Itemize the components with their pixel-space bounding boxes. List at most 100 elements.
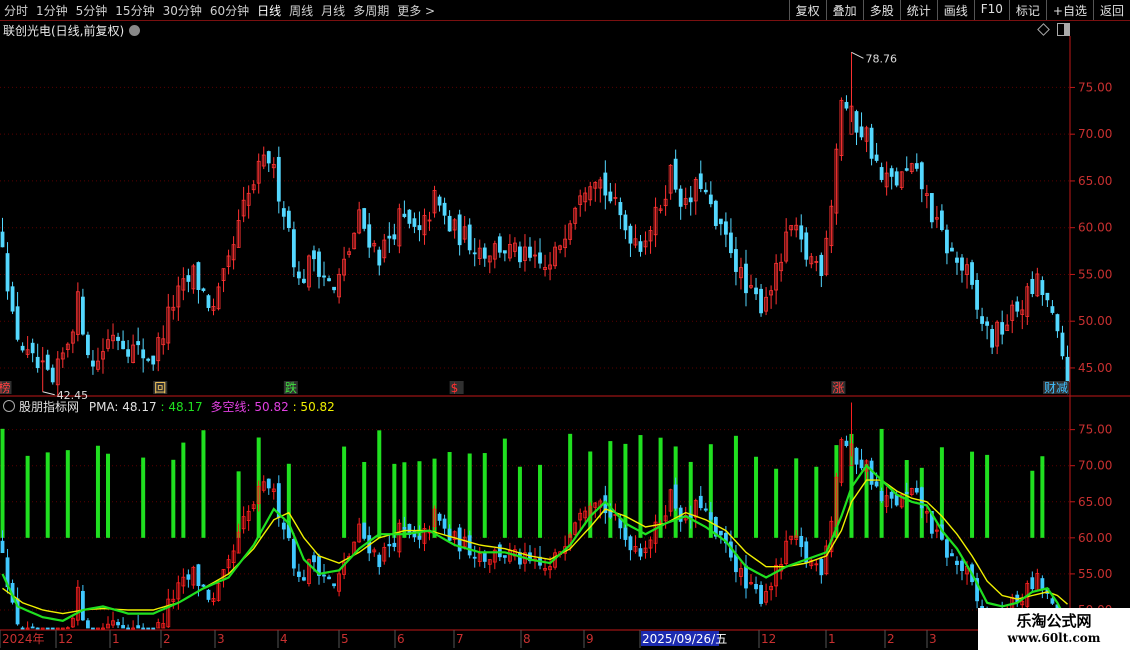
candle-body — [30, 342, 35, 354]
sub-candle-body — [291, 538, 296, 569]
candle-body — [141, 349, 146, 359]
candle-body — [402, 213, 407, 217]
candle-body — [980, 316, 984, 324]
candle-body — [126, 349, 130, 357]
sub-candle-body — [121, 625, 125, 629]
date-label: 7 — [456, 632, 464, 646]
sub-tick-label: 75.00 — [1078, 423, 1112, 437]
candle-body — [985, 321, 990, 326]
sub-candle-body — [734, 554, 738, 573]
candle-body — [734, 249, 738, 272]
sub-candle-body — [312, 555, 316, 563]
low-marker-arrow — [42, 391, 55, 396]
candle-body — [869, 127, 874, 159]
candle-body — [322, 275, 326, 278]
candle-body — [894, 171, 899, 186]
candle-body — [291, 229, 296, 268]
sub-tick-label: 55.00 — [1078, 567, 1112, 581]
signal-tag-label: $ — [451, 381, 459, 395]
sub-candle-body — [116, 621, 120, 626]
sub-candle-body — [362, 522, 367, 539]
sub-candle-body — [387, 543, 392, 547]
candle-body — [387, 235, 392, 239]
sub-candle-body — [417, 535, 422, 540]
candle-body — [759, 288, 763, 314]
sub-tick-label: 70.00 — [1078, 459, 1112, 473]
sub-candle-body — [502, 555, 507, 558]
sub-candle-body — [955, 560, 959, 565]
date-label: 2025/09/26/五 — [642, 632, 727, 646]
signal-bar — [171, 459, 176, 538]
candle-body — [528, 246, 532, 258]
signal-bar — [538, 464, 543, 538]
sub-tick-label: 65.00 — [1078, 495, 1112, 509]
signal-bar — [141, 457, 146, 538]
candle-body — [914, 163, 919, 169]
main-tick-label: 45.00 — [1078, 361, 1112, 375]
candle-body — [447, 215, 452, 232]
sub-candle-body — [1050, 598, 1055, 604]
date-label: 3 — [929, 632, 937, 646]
candle-body — [940, 210, 944, 230]
candle-body — [1030, 278, 1035, 295]
date-label: 1 — [828, 632, 836, 646]
sub-candle-body — [206, 589, 211, 600]
sub-candle-body — [392, 542, 397, 547]
date-label: 6 — [397, 632, 405, 646]
candle-body — [327, 278, 331, 282]
candle-body — [80, 296, 85, 335]
candle-body — [628, 225, 633, 244]
main-tick-label: 70.00 — [1078, 127, 1112, 141]
main-tick-label: 55.00 — [1078, 267, 1112, 281]
watermark-line2: www.60lt.com — [1007, 631, 1101, 645]
sub-candle-body — [467, 535, 472, 556]
signal-bar — [774, 468, 779, 538]
signal-bar — [1030, 470, 1035, 538]
candle-body — [975, 279, 979, 310]
date-label: 12 — [58, 632, 73, 646]
candle-body — [804, 232, 809, 260]
candle-body — [392, 234, 397, 240]
stock-chart: 45.0050.0055.0060.0065.0070.0075.0050.00… — [0, 36, 1130, 648]
candle-body — [718, 218, 723, 225]
signal-bar — [377, 430, 382, 538]
sub-candle-body — [759, 584, 763, 604]
main-tick-label: 75.00 — [1078, 80, 1112, 94]
signal-bar — [45, 452, 50, 538]
sub-candle-body — [266, 478, 271, 489]
sub-candle-body — [377, 554, 382, 568]
sub-candle-body — [623, 527, 628, 540]
signal-bar — [201, 430, 206, 538]
sub-candle-body — [472, 556, 477, 559]
candle-body — [1015, 301, 1020, 312]
sub-candle-body — [0, 540, 5, 554]
sub-candle-body — [437, 513, 442, 521]
candle-body — [538, 252, 542, 264]
sub-candle-body — [136, 625, 141, 629]
main-tick-label: 50.00 — [1078, 314, 1112, 328]
low-marker-label: 42.45 — [57, 389, 89, 402]
candle-body — [467, 224, 472, 251]
candle-body — [312, 250, 316, 260]
candle-body — [482, 247, 487, 259]
signal-bar — [638, 435, 643, 538]
sub-candle-body — [402, 527, 407, 530]
sub-candle-body — [874, 481, 879, 487]
sub-candle-body — [708, 512, 713, 520]
candle-body — [1000, 322, 1005, 335]
signal-bar — [25, 455, 30, 538]
candle-body — [844, 101, 849, 109]
candle-body — [302, 278, 306, 283]
candle-body — [754, 287, 758, 295]
candle-body — [5, 253, 10, 292]
candle-body — [1060, 332, 1065, 357]
signal-tag-label: 回 — [154, 381, 166, 395]
sub-candle-body — [327, 576, 331, 580]
sub-candle-body — [30, 626, 35, 629]
sub-candle-body — [131, 627, 136, 630]
candle-body — [955, 257, 959, 263]
candle-body — [859, 126, 864, 138]
candle-body — [904, 168, 909, 171]
sub-candle-body — [65, 627, 70, 630]
candle-body — [412, 218, 417, 227]
